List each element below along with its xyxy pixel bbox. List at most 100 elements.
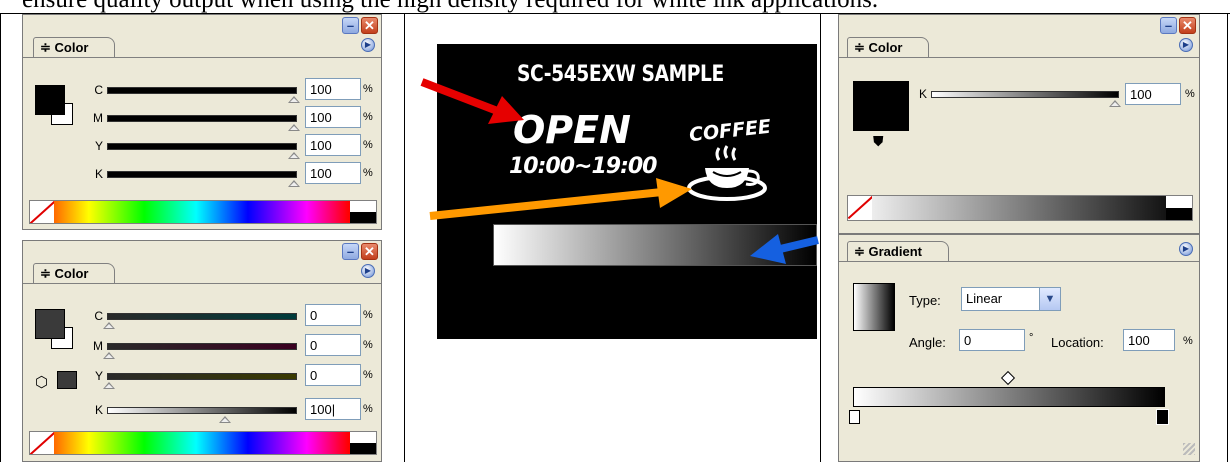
close-icon[interactable]: ✕	[1179, 17, 1196, 34]
value-input-y[interactable]	[305, 364, 361, 386]
slider-c[interactable]	[107, 87, 297, 94]
value-input-c[interactable]	[305, 78, 361, 100]
slider-m[interactable]	[107, 343, 297, 350]
midpoint-diamond-icon[interactable]	[1000, 370, 1016, 386]
out-of-gamut-cube-icon[interactable]: ⬡	[35, 373, 48, 391]
unit-y: %	[363, 369, 373, 381]
caption-text: ensure quality output when using the hig…	[22, 0, 878, 14]
red-arrow-icon	[420, 78, 524, 124]
slider-thumb-m[interactable]	[288, 124, 300, 131]
minimize-icon[interactable]: –	[342, 17, 359, 34]
type-label: Type:	[909, 293, 941, 308]
gradient-stop-end[interactable]	[1156, 409, 1169, 425]
slider-k[interactable]	[931, 91, 1119, 98]
black-white-swatch[interactable]	[350, 432, 376, 454]
sample-title: SC-545EXW SAMPLE	[517, 62, 724, 87]
tab-color[interactable]: ≑ Color	[33, 263, 116, 283]
panel-titlebar[interactable]: – ✕	[23, 241, 381, 261]
angle-input[interactable]	[959, 329, 1025, 351]
value-input-y[interactable]	[305, 134, 361, 156]
coffee-cup-icon	[687, 145, 767, 201]
unit-k: %	[363, 403, 373, 415]
tab-color[interactable]: ≑ Color	[847, 37, 930, 57]
slider-c[interactable]	[107, 313, 297, 320]
fill-swatch[interactable]	[35, 85, 65, 115]
none-swatch-icon[interactable]	[30, 432, 54, 454]
slider-thumb-k[interactable]	[288, 180, 300, 187]
type-select[interactable]: Linear ▼	[961, 287, 1061, 311]
value-input-k[interactable]	[1125, 83, 1181, 105]
slider-thumb-k[interactable]	[1109, 100, 1121, 107]
gradient-preview-swatch[interactable]	[853, 283, 895, 331]
slider-thumb-c[interactable]	[288, 96, 300, 103]
value-input-m[interactable]	[305, 106, 361, 128]
blue-arrow-icon	[750, 234, 819, 264]
location-unit: %	[1183, 335, 1193, 347]
panel-titlebar[interactable]: – ✕	[23, 15, 381, 35]
color-panel-black: – ✕ ≑ Color ▶ ⬡ C % M % Y % K %	[22, 240, 382, 462]
slider-y[interactable]	[107, 143, 297, 150]
slider-thumb-y[interactable]	[103, 382, 115, 389]
orange-arrow-icon	[429, 178, 692, 220]
panel-tab-row: ≑ Color ▶	[23, 261, 381, 284]
slider-k[interactable]	[107, 171, 297, 178]
channel-label-m: M	[93, 339, 103, 353]
play-menu-icon[interactable]: ▶	[361, 264, 375, 278]
unit-c: %	[363, 309, 373, 321]
table-border-mid2	[820, 13, 821, 462]
tab-color[interactable]: ≑ Color	[33, 37, 116, 57]
slider-k[interactable]	[107, 407, 297, 414]
gradient-ramp-bar[interactable]	[853, 387, 1165, 407]
channel-label-k: K	[94, 403, 103, 417]
minimize-icon[interactable]: –	[342, 243, 359, 260]
slider-y[interactable]	[107, 373, 297, 380]
play-menu-icon[interactable]: ▶	[1179, 38, 1193, 52]
close-icon[interactable]: ✕	[361, 17, 378, 34]
panel-tab-row: ≑ Gradient ▶	[839, 239, 1199, 262]
channel-label-c: C	[94, 83, 103, 97]
panel-titlebar[interactable]: – ✕	[839, 15, 1199, 35]
play-menu-icon[interactable]: ▶	[1179, 242, 1193, 256]
gradient-stop-start[interactable]	[849, 410, 860, 424]
channel-label-c: C	[94, 309, 103, 323]
gradient-panel: ≑ Gradient ▶ Type: Linear ▼ Angle: ° Loc…	[838, 234, 1200, 462]
color-panel-cmyk: – ✕ ≑ Color ▶ C % M % Y % K %	[22, 14, 382, 230]
panel-tab-row: ≑ Color ▶	[839, 35, 1199, 58]
table-border-left	[0, 13, 1, 462]
gamut-warning-icon[interactable]: ⛊	[873, 133, 884, 150]
tab-gradient[interactable]: ≑ Gradient	[847, 241, 949, 261]
channel-label-y: Y	[94, 139, 103, 153]
hours-text: 10:00~19:00	[509, 154, 657, 179]
value-input-k[interactable]	[305, 162, 361, 184]
location-input[interactable]	[1123, 329, 1175, 351]
channel-label-k: K	[918, 87, 927, 101]
none-swatch-icon[interactable]	[848, 196, 872, 220]
fill-swatch[interactable]	[35, 309, 65, 339]
resize-grip-icon[interactable]	[1183, 443, 1195, 455]
fill-swatch[interactable]	[853, 81, 909, 131]
close-icon[interactable]: ✕	[361, 243, 378, 260]
type-select-value: Linear	[966, 291, 1003, 306]
value-input-m[interactable]	[305, 334, 361, 356]
color-spectrum-bar[interactable]	[29, 200, 377, 224]
none-swatch-icon[interactable]	[30, 201, 54, 223]
black-white-swatch[interactable]	[1166, 196, 1192, 220]
web-safe-swatch[interactable]	[57, 371, 77, 389]
chevron-down-icon[interactable]: ▼	[1039, 288, 1060, 310]
black-white-swatch[interactable]	[350, 201, 376, 223]
unit-y: %	[363, 139, 373, 151]
open-text: OPEN	[513, 108, 631, 152]
channel-label-y: Y	[94, 369, 103, 383]
slider-thumb-y[interactable]	[288, 152, 300, 159]
slider-thumb-m[interactable]	[103, 352, 115, 359]
slider-thumb-c[interactable]	[103, 322, 115, 329]
color-panel-grayscale: – ✕ ≑ Color ▶ ⛊ K %	[838, 14, 1200, 234]
value-input-c[interactable]	[305, 304, 361, 326]
minimize-icon[interactable]: –	[1160, 17, 1177, 34]
play-menu-icon[interactable]: ▶	[361, 38, 375, 52]
slider-thumb-k[interactable]	[219, 416, 231, 423]
color-spectrum-bar[interactable]	[29, 431, 377, 455]
grayscale-ramp-bar[interactable]	[847, 195, 1193, 221]
slider-m[interactable]	[107, 115, 297, 122]
value-input-k[interactable]	[305, 398, 361, 420]
